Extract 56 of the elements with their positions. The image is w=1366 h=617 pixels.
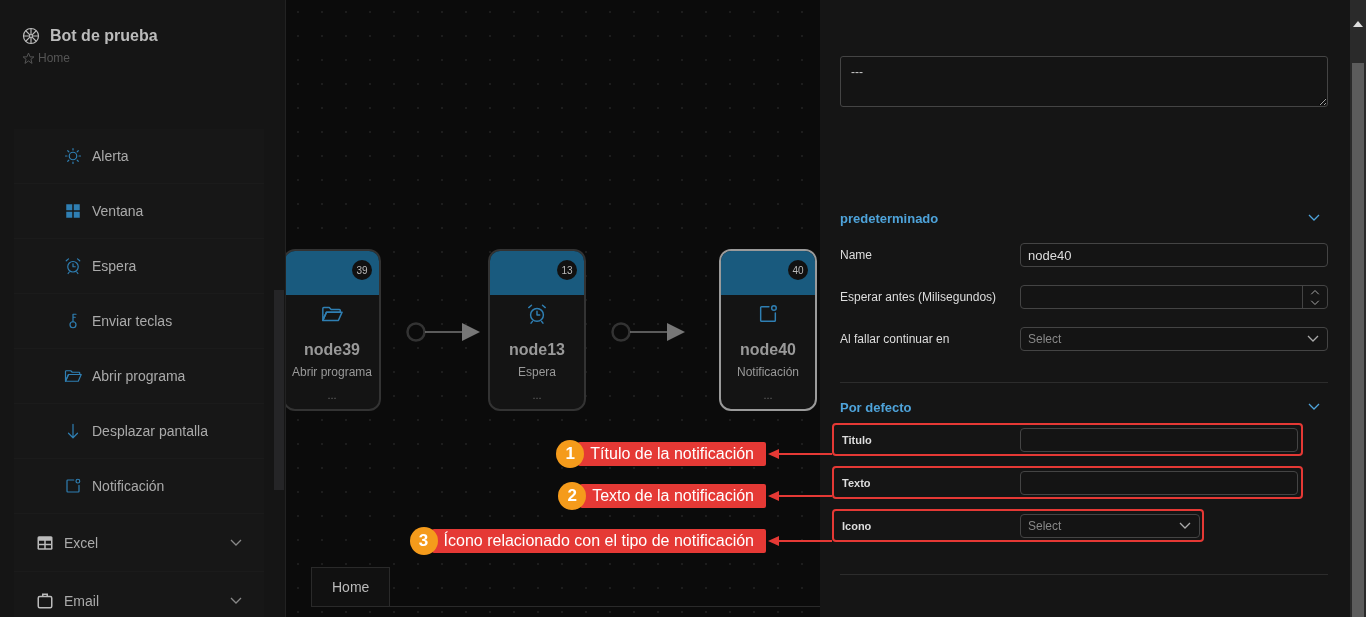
node-type: Abrir programa bbox=[292, 365, 372, 379]
notification-icon bbox=[757, 303, 779, 325]
spin-up-icon[interactable] bbox=[1310, 288, 1320, 295]
node-footer: ... bbox=[532, 389, 542, 401]
field-label: Titulo bbox=[842, 433, 873, 446]
chevron-down-icon bbox=[230, 538, 242, 547]
node-badge: 13 bbox=[557, 260, 577, 280]
star-icon bbox=[22, 51, 35, 65]
flow-node[interactable]: 39 node39 Abrir programa ... bbox=[286, 249, 381, 411]
bot-title: Bot de prueba bbox=[50, 27, 158, 45]
annotation-label: Texto de la notificación bbox=[580, 484, 766, 508]
folder-icon bbox=[64, 367, 82, 385]
sun-icon bbox=[64, 147, 82, 165]
node-footer: ... bbox=[327, 389, 337, 401]
field-label: Texto bbox=[842, 476, 872, 489]
chevron-down-icon bbox=[1308, 403, 1320, 411]
scroll-up-icon[interactable] bbox=[1353, 21, 1363, 27]
table-icon bbox=[36, 533, 54, 552]
text-input[interactable]: node40 bbox=[1020, 243, 1328, 267]
number-input[interactable] bbox=[1020, 285, 1328, 309]
chevron-down-icon bbox=[1307, 335, 1319, 343]
text-input[interactable] bbox=[1020, 427, 1298, 452]
node-name: node40 bbox=[740, 341, 796, 359]
chevron-down-icon bbox=[1179, 521, 1191, 530]
annotation-label: Título de la notificación bbox=[578, 442, 766, 466]
node-type: Notificación bbox=[737, 365, 799, 379]
field-label: Icono bbox=[842, 519, 873, 532]
scrollbar-thumb[interactable] bbox=[1352, 63, 1364, 617]
briefcase-icon bbox=[36, 591, 54, 610]
grid-icon bbox=[64, 202, 82, 220]
alarm-clock-icon bbox=[526, 303, 548, 325]
select-dropdown[interactable]: Select bbox=[1020, 327, 1328, 351]
chevron-down-icon bbox=[1308, 214, 1320, 222]
node-name: node39 bbox=[304, 341, 360, 359]
select-dropdown[interactable]: Select bbox=[1020, 513, 1200, 538]
field-label: Al fallar continuar en bbox=[840, 332, 951, 346]
node-type: Espera bbox=[518, 365, 556, 379]
flow-node[interactable]: 40 node40 Notificación ... bbox=[719, 249, 817, 411]
node-name: node13 bbox=[509, 341, 565, 359]
flow-node[interactable]: 13 node13 Espera ... bbox=[488, 249, 586, 411]
home-tab[interactable]: Home bbox=[311, 567, 391, 606]
node-footer: ... bbox=[763, 389, 773, 401]
notification-icon bbox=[64, 477, 82, 495]
node-badge: 39 bbox=[352, 260, 372, 280]
node-badge: 40 bbox=[788, 260, 808, 280]
chevron-down-icon bbox=[230, 596, 242, 605]
text-input[interactable] bbox=[1020, 470, 1298, 495]
spin-down-icon[interactable] bbox=[1310, 299, 1320, 306]
description-field[interactable]: --- bbox=[840, 56, 1328, 107]
field-label: Esperar antes (Milisegundos) bbox=[840, 290, 998, 304]
field-label: Name bbox=[840, 248, 873, 262]
annotation-label: Ícono relacionado con el tipo de notificación bbox=[431, 529, 766, 553]
wheel-icon bbox=[22, 27, 40, 45]
section-title[interactable]: predeterminado bbox=[840, 210, 939, 226]
alarm-clock-icon bbox=[64, 257, 82, 275]
section-title[interactable]: Por defecto bbox=[840, 399, 912, 415]
